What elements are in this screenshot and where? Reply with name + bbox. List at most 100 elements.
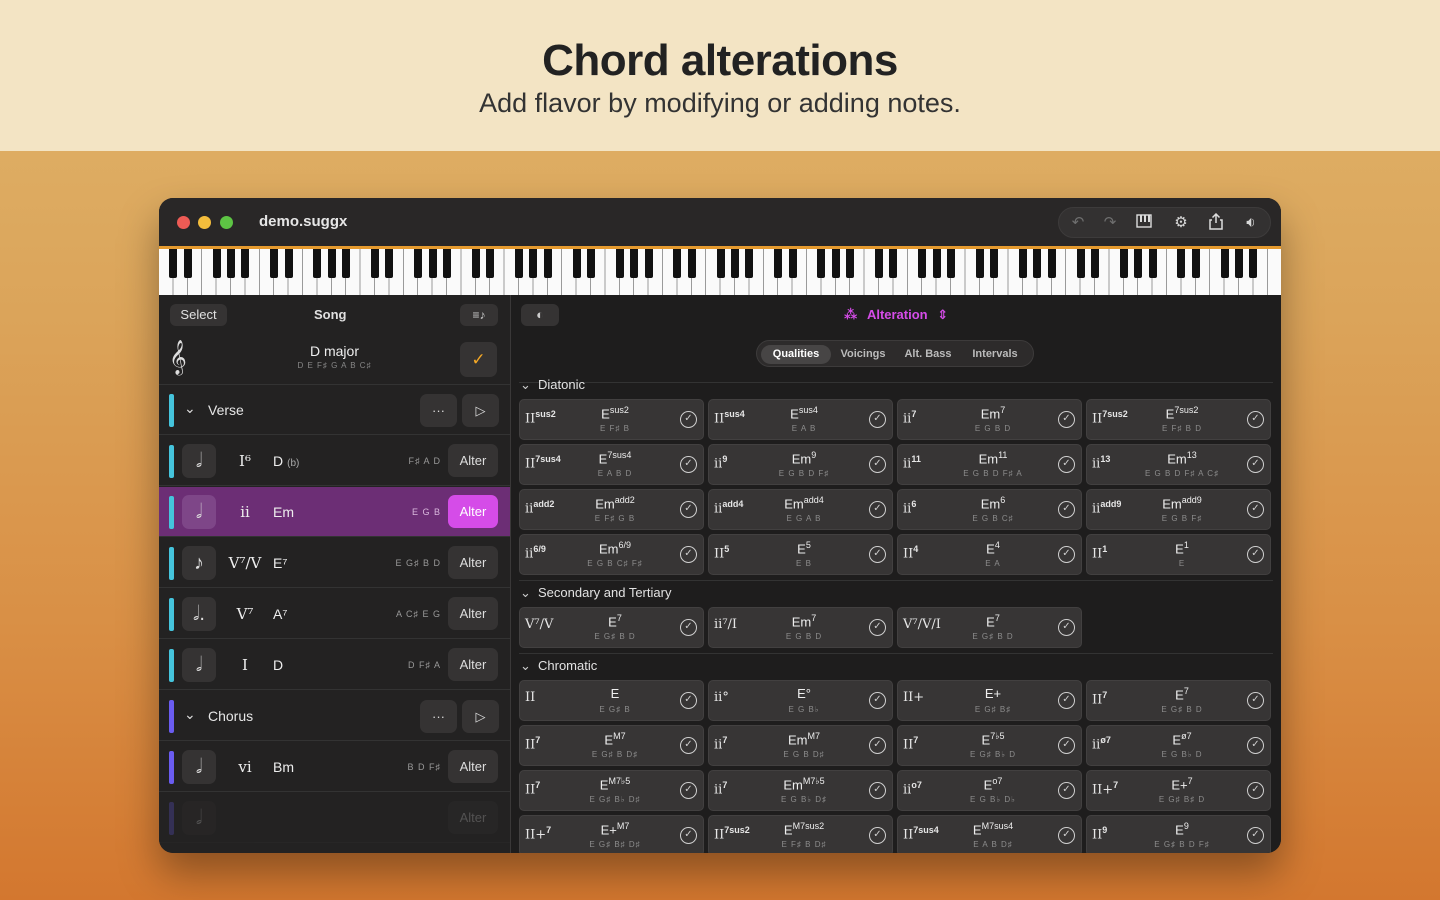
note-duration-icon[interactable]: 𝅗𝅥. <box>182 597 216 631</box>
piano-black-key[interactable] <box>1191 249 1200 278</box>
piano-black-key[interactable] <box>471 249 480 278</box>
note-duration-icon[interactable]: 𝅗𝅥 <box>182 495 216 529</box>
checkmark-circle-icon[interactable]: ✓ <box>869 737 886 754</box>
checkmark-circle-icon[interactable]: ✓ <box>680 619 697 636</box>
chord-option-card[interactable]: V⁷/V E7 E G♯ B D ✓ <box>519 607 704 648</box>
checkmark-circle-icon[interactable]: ✓ <box>680 737 697 754</box>
chord-row[interactable]: 𝅗𝅥 I D D F♯ A Alter <box>159 640 510 690</box>
piano-black-key[interactable] <box>1047 249 1056 278</box>
piano-black-key[interactable] <box>1249 249 1258 278</box>
checkmark-circle-icon[interactable]: ✓ <box>1058 501 1075 518</box>
chord-option-card[interactable]: iiadd2 Emadd2 E F♯ G B ✓ <box>519 489 704 530</box>
piano-black-key[interactable] <box>587 249 595 278</box>
piano-black-key[interactable] <box>414 249 423 278</box>
alter-button[interactable]: Alter <box>448 648 498 681</box>
note-duration-icon[interactable]: 𝅗𝅥 <box>182 801 216 835</box>
chevron-down-icon[interactable]: ⌄ <box>184 400 196 417</box>
piano-black-key[interactable] <box>241 249 250 278</box>
group-header[interactable]: ⌄ Secondary and Tertiary <box>520 585 671 601</box>
checkmark-circle-icon[interactable]: ✓ <box>680 827 697 844</box>
piano-black-key[interactable] <box>385 249 394 278</box>
checkmark-circle-icon[interactable]: ✓ <box>869 782 886 799</box>
piano-black-key[interactable] <box>831 249 840 278</box>
checkmark-circle-icon[interactable]: ✓ <box>1247 692 1264 709</box>
piano-black-key[interactable] <box>327 249 336 278</box>
chord-option-card[interactable]: ii7 EmM7♭5 E G B♭ D♯ ✓ <box>708 770 893 811</box>
piano-black-key[interactable] <box>1177 249 1186 278</box>
redo-icon[interactable]: ↷ <box>1099 213 1121 233</box>
piano-black-key[interactable] <box>889 249 898 278</box>
piano-black-key[interactable] <box>1076 249 1085 278</box>
more-icon[interactable]: ··· <box>420 394 457 427</box>
piano-black-key[interactable] <box>644 249 653 278</box>
checkmark-circle-icon[interactable]: ✓ <box>680 546 697 563</box>
palette-icon[interactable]: ◐ <box>521 304 559 326</box>
piano-black-key[interactable] <box>443 249 451 278</box>
chord-option-card[interactable]: iiø7 Eø7 E G B♭ D ✓ <box>1086 725 1271 766</box>
piano-black-key[interactable] <box>932 249 941 278</box>
checkmark-circle-icon[interactable]: ✓ <box>680 692 697 709</box>
tab-voicings[interactable]: Voicings <box>833 345 893 364</box>
key-row[interactable]: 𝄞 D major D E F♯ G A B C♯ ✓ <box>159 337 510 385</box>
chord-row[interactable]: 𝅗𝅥 ii Em E G B Alter <box>159 487 510 537</box>
checkmark-circle-icon[interactable]: ✓ <box>869 619 886 636</box>
piano-black-key[interactable] <box>227 249 235 278</box>
checkmark-circle-icon[interactable]: ✓ <box>869 546 886 563</box>
alter-button[interactable]: Alter <box>448 444 498 477</box>
gear-icon[interactable]: ⚙ <box>1170 213 1192 233</box>
chord-option-card[interactable]: V⁷/V/I E7 E G♯ B D ✓ <box>897 607 1082 648</box>
piano-black-key[interactable] <box>1019 249 1027 278</box>
piano-black-key[interactable] <box>1148 249 1157 278</box>
piano-black-key[interactable] <box>572 249 581 278</box>
note-duration-icon[interactable]: 𝅗𝅥 <box>182 750 216 784</box>
chord-option-card[interactable]: II7 EM7♭5 E G♯ B♭ D♯ ✓ <box>519 770 704 811</box>
piano-black-key[interactable] <box>788 249 797 278</box>
checkmark-circle-icon[interactable]: ✓ <box>1058 827 1075 844</box>
chord-row[interactable]: 𝅗𝅥. V⁷ A⁷ A C♯ E G Alter <box>159 589 510 639</box>
chord-option-card[interactable]: II9 E9 E G♯ B D F♯ ✓ <box>1086 815 1271 853</box>
piano-black-key[interactable] <box>947 249 955 278</box>
piano-black-key[interactable] <box>183 249 192 278</box>
chord-option-card[interactable]: ii13 Em13 E G B D F♯ A C♯ ✓ <box>1086 444 1271 485</box>
speaker-icon[interactable]: 🔉︎ <box>1240 213 1262 233</box>
section-header-verse[interactable]: ⌄ Verse ··· ▷ <box>159 385 510 435</box>
chord-row[interactable]: 𝅗𝅥 Alter <box>159 793 510 843</box>
piano-black-key[interactable] <box>673 249 682 278</box>
chord-option-card[interactable]: II+ E+ E G♯ B♯ ✓ <box>897 680 1082 721</box>
piano-black-key[interactable] <box>270 249 279 278</box>
piano-black-key[interactable] <box>428 249 437 278</box>
piano-black-key[interactable] <box>918 249 927 278</box>
chord-row[interactable]: 𝅗𝅥 I⁶ D (b) F♯ A D Alter <box>159 436 510 486</box>
tab-qualities[interactable]: Qualities <box>761 345 831 364</box>
piano-black-key[interactable] <box>1119 249 1128 278</box>
checkmark-circle-icon[interactable]: ✓ <box>869 827 886 844</box>
piano-black-key[interactable] <box>990 249 999 278</box>
checkmark-circle-icon[interactable]: ✓ <box>1058 692 1075 709</box>
play-section-icon[interactable]: ▷ <box>462 394 499 427</box>
checkmark-circle-icon[interactable]: ✓ <box>869 501 886 518</box>
alter-button[interactable]: Alter <box>448 495 498 528</box>
sort-icon[interactable]: ≡♪ <box>460 304 498 326</box>
piano-black-key[interactable] <box>774 249 783 278</box>
checkmark-circle-icon[interactable]: ✓ <box>869 692 886 709</box>
tab-alt-bass[interactable]: Alt. Bass <box>897 345 959 364</box>
alter-button[interactable]: Alter <box>448 801 498 834</box>
note-duration-icon[interactable]: ♪ <box>182 546 216 580</box>
chord-option-card[interactable]: II5 E5 E B ✓ <box>708 534 893 575</box>
chord-row[interactable]: 𝅗𝅥 vi Bm B D F♯ Alter <box>159 742 510 792</box>
chord-option-card[interactable]: II E E G♯ B ✓ <box>519 680 704 721</box>
alter-button[interactable]: Alter <box>448 750 498 783</box>
chord-option-card[interactable]: II+7 E+M7 E G♯ B♯ D♯ ✓ <box>519 815 704 853</box>
piano-black-key[interactable] <box>1091 249 1099 278</box>
piano-black-key[interactable] <box>529 249 538 278</box>
checkmark-circle-icon[interactable]: ✓ <box>1247 827 1264 844</box>
chord-option-card[interactable]: ii° E° E G B♭ ✓ <box>708 680 893 721</box>
piano-black-key[interactable] <box>716 249 725 278</box>
chord-option-card[interactable]: iio7 Eo7 E G B♭ D♭ ✓ <box>897 770 1082 811</box>
piano-black-key[interactable] <box>731 249 739 278</box>
chord-option-card[interactable]: II7sus2 EM7sus2 E F♯ B D♯ ✓ <box>708 815 893 853</box>
checkmark-circle-icon[interactable]: ✓ <box>680 456 697 473</box>
checkmark-circle-icon[interactable]: ✓ <box>869 411 886 428</box>
piano-black-key[interactable] <box>745 249 754 278</box>
piano-settings-icon[interactable] <box>1134 213 1156 233</box>
